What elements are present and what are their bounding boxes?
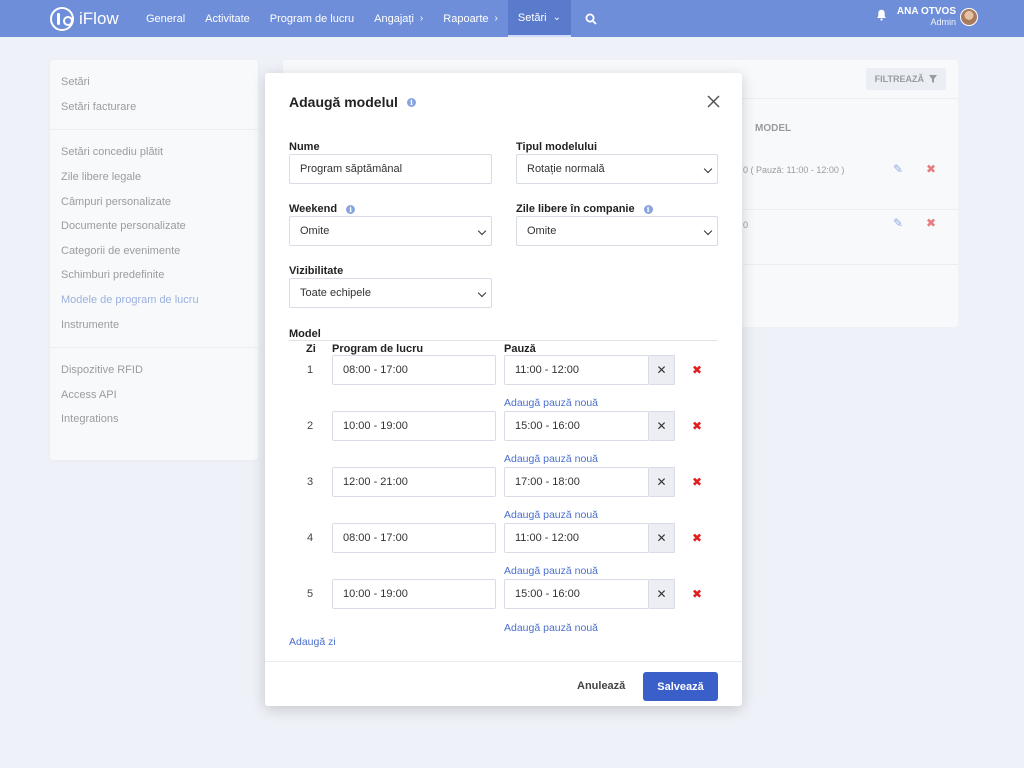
day-number: 4: [307, 532, 314, 544]
delete-day-icon[interactable]: ✖: [692, 475, 702, 489]
add-break-link[interactable]: Adaugă pauză nouă: [504, 397, 598, 409]
search-button[interactable]: [571, 0, 611, 37]
close-icon: ✕: [656, 363, 667, 377]
delete-day-icon[interactable]: ✖: [692, 587, 702, 601]
save-button[interactable]: Salvează: [643, 672, 718, 701]
label-text: Zile libere în companie: [516, 203, 635, 215]
chevron-right-icon: ›: [494, 13, 498, 24]
nav-rapoarte[interactable]: Rapoarte ›: [433, 0, 508, 37]
clear-break-button[interactable]: ✕: [649, 579, 675, 609]
visibility-label: Vizibilitate: [289, 265, 343, 277]
top-navbar: iFlow General Activitate Program de lucr…: [0, 0, 1024, 37]
clear-break-button[interactable]: ✕: [649, 411, 675, 441]
weekend-label: Weekend i: [289, 203, 356, 215]
day-number: 1: [307, 364, 314, 376]
chevron-right-icon: ›: [419, 13, 424, 24]
info-icon[interactable]: i: [346, 204, 356, 214]
clear-break-button[interactable]: ✕: [649, 355, 675, 385]
info-icon[interactable]: i: [643, 204, 653, 214]
main-nav: General Activitate Program de lucru Anga…: [136, 0, 611, 37]
close-icon: [707, 95, 720, 108]
close-button[interactable]: [707, 95, 720, 108]
break-input[interactable]: 17:00 - 18:00: [504, 467, 649, 497]
close-icon: ✕: [656, 475, 667, 489]
search-icon: [585, 13, 597, 25]
nav-activitate[interactable]: Activitate: [195, 0, 260, 37]
delete-day-icon[interactable]: ✖: [692, 363, 702, 377]
dialog-title-text: Adaugă modelul: [289, 94, 398, 110]
schedule-input[interactable]: 12:00 - 21:00: [332, 467, 496, 497]
label-text: Vizibilitate: [289, 265, 344, 277]
day-number: 3: [307, 476, 314, 488]
break-input[interactable]: 15:00 - 16:00: [504, 579, 649, 609]
break-input[interactable]: 11:00 - 12:00: [504, 355, 649, 385]
column-header-day: Zi: [306, 343, 316, 355]
label-text: Nume: [289, 141, 320, 153]
schedule-input[interactable]: 10:00 - 19:00: [332, 579, 496, 609]
visibility-select[interactable]: Toate echipele: [289, 278, 492, 308]
dialog-title: Adaugă modelul i: [289, 94, 416, 110]
bell-icon[interactable]: [876, 8, 887, 26]
nav-label: General: [146, 12, 186, 25]
clear-break-button[interactable]: ✕: [649, 467, 675, 497]
user-info: ANA OTVOS Admin: [897, 6, 956, 27]
company-holidays-label: Zile libere în companie i: [516, 203, 653, 215]
column-header-break: Pauză: [504, 343, 536, 355]
schedule-input[interactable]: 08:00 - 17:00: [332, 355, 496, 385]
user-role: Admin: [930, 17, 956, 27]
model-type-select[interactable]: Rotație normală: [516, 154, 718, 184]
label-text: Model: [289, 328, 321, 340]
nav-label: Angajați: [374, 12, 414, 25]
nav-angajati[interactable]: Angajați ›: [364, 0, 433, 37]
break-input[interactable]: 11:00 - 12:00: [504, 523, 649, 553]
delete-day-icon[interactable]: ✖: [692, 531, 702, 545]
label-text: Weekend: [289, 203, 338, 215]
dialog-footer: Anulează Salvează: [265, 661, 742, 706]
add-break-link[interactable]: Adaugă pauză nouă: [504, 509, 598, 521]
model-section-label: Model: [289, 328, 321, 340]
schedule-input[interactable]: 08:00 - 17:00: [332, 523, 496, 553]
divider: [289, 340, 718, 341]
app-logo[interactable]: iFlow: [50, 6, 136, 31]
add-day-link[interactable]: Adaugă zi: [289, 636, 336, 648]
label-text: Tipul modelului: [516, 141, 598, 153]
delete-day-icon[interactable]: ✖: [692, 419, 702, 433]
chevron-down-icon: ⌄: [552, 12, 562, 23]
close-icon: ✕: [656, 587, 667, 601]
user-menu[interactable]: ANA OTVOS Admin: [876, 6, 978, 27]
nav-setari[interactable]: Setări ⌄: [507, 0, 572, 37]
company-holidays-select[interactable]: Omite: [516, 216, 718, 246]
logo-text: iFlow: [79, 8, 119, 28]
break-input[interactable]: 15:00 - 16:00: [504, 411, 649, 441]
close-icon: ✕: [656, 419, 667, 433]
nav-program-de-lucru[interactable]: Program de lucru: [260, 0, 364, 37]
add-break-link[interactable]: Adaugă pauză nouă: [504, 622, 598, 634]
name-input[interactable]: Program săptămânal: [289, 154, 492, 184]
weekend-select[interactable]: Omite: [289, 216, 492, 246]
avatar[interactable]: [960, 8, 978, 26]
name-label: Nume: [289, 141, 320, 153]
info-icon[interactable]: i: [406, 97, 416, 107]
day-number: 2: [307, 420, 314, 432]
user-name: ANA OTVOS: [896, 6, 956, 17]
nav-label: Activitate: [205, 12, 250, 25]
model-type-label: Tipul modelului: [516, 141, 597, 153]
nav-label: Rapoarte: [443, 12, 489, 25]
schedule-input[interactable]: 10:00 - 19:00: [332, 411, 496, 441]
column-header-schedule: Program de lucru: [332, 343, 424, 355]
day-number: 5: [307, 588, 314, 600]
nav-label: Setări: [517, 11, 547, 24]
cancel-button[interactable]: Anulează: [577, 680, 625, 692]
add-model-dialog: Adaugă modelul i Nume Program săptămânal…: [265, 73, 742, 706]
add-break-link[interactable]: Adaugă pauză nouă: [504, 453, 598, 465]
add-break-link[interactable]: Adaugă pauză nouă: [504, 565, 598, 577]
nav-label: Program de lucru: [269, 12, 355, 25]
clear-break-button[interactable]: ✕: [649, 523, 675, 553]
logo-icon: [50, 6, 74, 31]
close-icon: ✕: [656, 531, 667, 545]
nav-general[interactable]: General: [136, 0, 195, 37]
